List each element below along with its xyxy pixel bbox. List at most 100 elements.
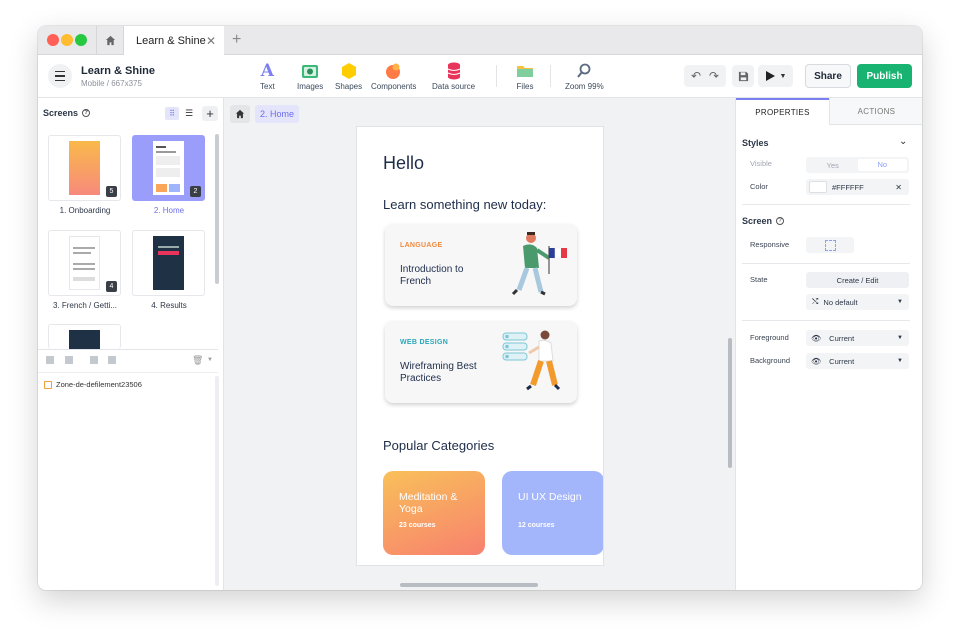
tab-properties[interactable]: PROPERTIES (736, 98, 829, 125)
zoom-tool-label: Zoom 99% (565, 82, 604, 91)
zoom-tool[interactable]: Zoom 99% (565, 62, 604, 91)
course-card[interactable]: LANGUAGE Introduction to French (385, 224, 577, 306)
chevron-down-icon[interactable]: ▼ (780, 73, 787, 80)
publish-button[interactable]: Publish (857, 64, 912, 88)
layers-toolbar: 🗑 ▼ (38, 349, 218, 373)
thumbnail-preview (69, 330, 100, 349)
phone-screen[interactable]: Hello Learn something new today: LANGUAG… (356, 126, 604, 566)
eye-icon[interactable]: 👁 (811, 334, 821, 343)
subheading: Learn something new today: (383, 197, 546, 212)
visible-no[interactable]: No (858, 159, 908, 171)
layers-scrollbar[interactable] (215, 376, 219, 586)
help-icon[interactable]: ? (82, 109, 90, 117)
shapes-tool-label: Shapes (335, 82, 362, 91)
text-tool-label: Text (260, 82, 275, 91)
chevron-down-icon: ▼ (897, 335, 903, 341)
chevron-down-icon: ▼ (897, 358, 903, 364)
styles-section-title: Styles (742, 138, 769, 148)
layer-backward-icon[interactable] (65, 356, 73, 364)
shapes-tool[interactable]: Shapes (335, 62, 362, 91)
visible-toggle[interactable]: Yes No (806, 157, 909, 173)
category-name: UI UX Design (518, 491, 588, 503)
preview-button[interactable]: ▼ (758, 65, 793, 87)
maximize-window-button[interactable] (75, 34, 87, 46)
minimize-window-button[interactable] (61, 34, 73, 46)
files-tool[interactable]: Files (516, 62, 534, 91)
project-tab[interactable]: Learn & Shine ✕ (124, 26, 224, 56)
color-field[interactable]: #FFFFFF ✕ (806, 179, 909, 195)
menu-icon[interactable] (48, 64, 72, 88)
tab-bar: Learn & Shine ✕ + (38, 26, 922, 55)
screen-badge: 4 (106, 281, 117, 292)
color-value: #FFFFFF (832, 183, 864, 192)
category-tile[interactable]: UI UX Design 12 courses (502, 471, 604, 555)
screen-label: 1. Onboarding (43, 206, 127, 215)
close-window-button[interactable] (47, 34, 59, 46)
app-window: Learn & Shine ✕ + Learn & Shine Mobile /… (38, 26, 922, 590)
category-tile[interactable]: Meditation & Yoga 23 courses (383, 471, 485, 555)
layer-front-icon[interactable] (108, 356, 116, 364)
components-tool[interactable]: Components (371, 62, 416, 91)
share-button[interactable]: Share (805, 64, 851, 88)
image-icon (301, 62, 319, 80)
chevron-down-icon[interactable]: ▼ (207, 357, 213, 363)
screen-thumbnail-home[interactable]: 2 (132, 135, 205, 201)
foreground-value: Current (829, 334, 854, 343)
save-icon (738, 71, 749, 82)
background-value: Current (829, 357, 854, 366)
color-swatch[interactable] (809, 181, 827, 193)
design-canvas[interactable]: 2. Home Hello Learn something new today:… (224, 98, 735, 590)
add-screen-button[interactable]: + (202, 106, 218, 121)
toolbar: Learn & Shine Mobile / 667x375 A Text Im… (38, 55, 922, 98)
screens-scrollbar[interactable] (215, 134, 219, 284)
background-select[interactable]: 👁 Current ▼ (806, 353, 909, 369)
home-tab[interactable] (96, 26, 124, 55)
data-source-tool[interactable]: Data source (432, 62, 475, 91)
breadcrumb[interactable]: 2. Home (255, 105, 299, 123)
list-view-icon[interactable]: ☰ (182, 107, 196, 120)
screen-thumbnail-results[interactable] (132, 230, 205, 296)
help-icon[interactable]: ? (776, 217, 784, 225)
course-card[interactable]: WEB DESIGN Wireframing Best Practices (385, 321, 577, 403)
visible-label: Visible (750, 159, 772, 168)
visible-yes[interactable]: Yes (808, 161, 858, 170)
screen-thumbnail-onboarding[interactable]: 5 (48, 135, 121, 201)
responsive-toggle[interactable] (806, 237, 854, 253)
close-icon[interactable]: ✕ (206, 34, 216, 48)
new-tab-icon[interactable]: + (232, 31, 241, 49)
foreground-select[interactable]: 👁 Current ▼ (806, 330, 909, 346)
state-select[interactable]: ⤭ No default ▼ (806, 294, 909, 310)
redo-icon[interactable]: ↷ (709, 69, 719, 83)
grid-view-icon[interactable]: ⠿ (165, 107, 179, 120)
state-select-value: No default (823, 298, 857, 307)
data-source-tool-label: Data source (432, 82, 475, 91)
screen-thumbnail-partial[interactable] (48, 324, 121, 349)
responsive-icon (825, 240, 836, 251)
undo-icon[interactable]: ↶ (691, 69, 701, 83)
zoom-icon (576, 62, 592, 80)
responsive-label: Responsive (750, 240, 789, 249)
course-title: Wireframing Best Practices (400, 361, 490, 385)
text-tool[interactable]: A Text (260, 62, 275, 91)
tab-actions[interactable]: ACTIONS (829, 98, 922, 125)
save-button[interactable] (732, 65, 754, 87)
canvas-vertical-scrollbar[interactable] (728, 338, 732, 468)
properties-panel: PROPERTIES ACTIONS Styles ⌄ Visible Yes … (735, 98, 922, 590)
toolbar-divider (550, 65, 551, 87)
layer-item-label: Zone-de-defilement23506 (56, 380, 142, 389)
layer-back-icon[interactable] (46, 356, 54, 364)
canvas-horizontal-scrollbar[interactable] (400, 583, 538, 587)
wireframe-person-illustration (497, 327, 575, 399)
screen-thumbnail-french[interactable]: 4 (48, 230, 121, 296)
layer-item[interactable]: Zone-de-defilement23506 (44, 380, 142, 389)
trash-icon[interactable]: 🗑 (192, 355, 203, 366)
breadcrumb-home[interactable] (230, 105, 250, 123)
clear-icon[interactable]: ✕ (895, 183, 902, 192)
chevron-down-icon[interactable]: ⌄ (899, 136, 907, 147)
greeting-heading: Hello (383, 153, 424, 174)
images-tool[interactable]: Images (297, 62, 323, 91)
layer-forward-icon[interactable] (90, 356, 98, 364)
create-edit-state-button[interactable]: Create / Edit (806, 272, 909, 288)
eye-icon[interactable]: 👁 (811, 357, 821, 366)
course-title: Introduction to French (400, 264, 490, 288)
